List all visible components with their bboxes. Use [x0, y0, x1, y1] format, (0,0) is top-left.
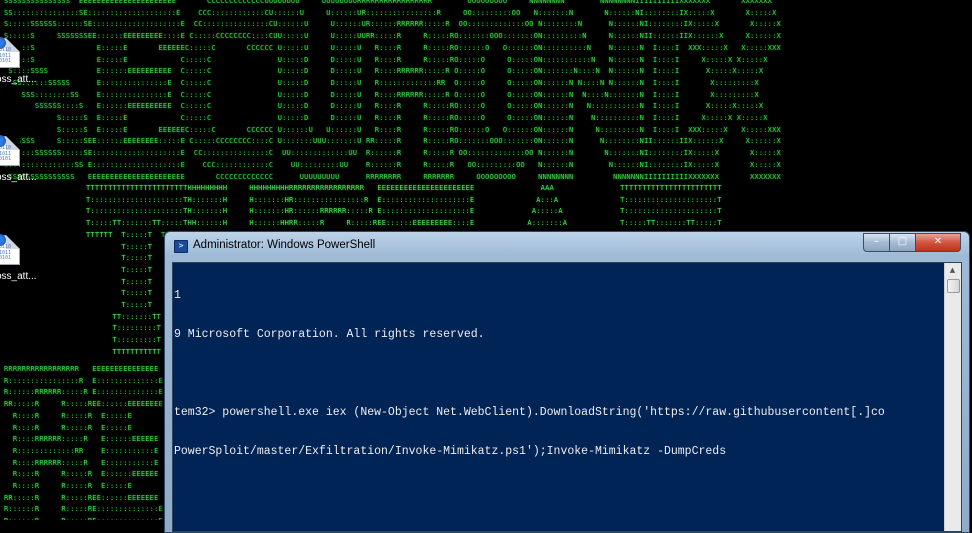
desktop-icon-label: oss_att... — [0, 172, 37, 183]
binary-file-icon: 0110 1011 0101 — [0, 37, 20, 68]
window-title: Administrator: Windows PowerShell — [193, 239, 376, 251]
window-titlebar[interactable]: > Administrator: Windows PowerShell – □ … — [165, 232, 969, 258]
console-line: PowerSploit/master/Exfiltration/Invoke-M… — [174, 445, 727, 458]
desktop-icon-label: oss_att... — [0, 74, 37, 85]
console-output[interactable]: 1 9 Microsoft Corporation. All rights re… — [173, 263, 945, 531]
scroll-up-arrow-icon[interactable]: ▲ — [947, 264, 958, 277]
vertical-scrollbar[interactable]: ▲ — [944, 263, 961, 531]
console-line: tem32> powershell.exe iex (New-Object Ne… — [174, 406, 885, 419]
console-line: 1 — [174, 289, 181, 302]
wallpaper-ascii-banner-left: RRRRRRRRRRRRRRRRR EEEEEEEEEEEEEEE R:::::… — [4, 365, 163, 520]
desktop-icon-file[interactable]: 0110 1011 0101 oss_att... — [0, 234, 42, 282]
binary-file-icon: 0110 1011 0101 — [0, 234, 20, 265]
desktop-icon-label: oss_att... — [0, 271, 37, 282]
maximize-button[interactable]: □ — [890, 233, 916, 252]
powershell-window[interactable]: > Administrator: Windows PowerShell – □ … — [164, 231, 970, 533]
console-line: 9 Microsoft Corporation. All rights rese… — [174, 328, 485, 341]
window-controls: – □ ✕ — [863, 233, 961, 252]
powershell-icon: > — [174, 240, 188, 253]
binary-file-icon: 0110 1011 0101 — [0, 135, 20, 166]
scroll-thumb[interactable] — [947, 279, 960, 293]
close-button[interactable]: ✕ — [916, 233, 961, 252]
desktop-icon-file[interactable]: 0110 1011 0101 oss_att... — [0, 135, 42, 183]
wallpaper-ascii-banner-top: SSSSSSSSSSSSSSS EEEEEEEEEEEEEEEEEEEEEE C… — [4, 0, 781, 181]
minimize-button[interactable]: – — [863, 233, 890, 252]
desktop-icon-file[interactable]: 0110 1011 0101 oss_att... — [0, 37, 42, 85]
console-area[interactable]: 1 9 Microsoft Corporation. All rights re… — [172, 262, 962, 532]
